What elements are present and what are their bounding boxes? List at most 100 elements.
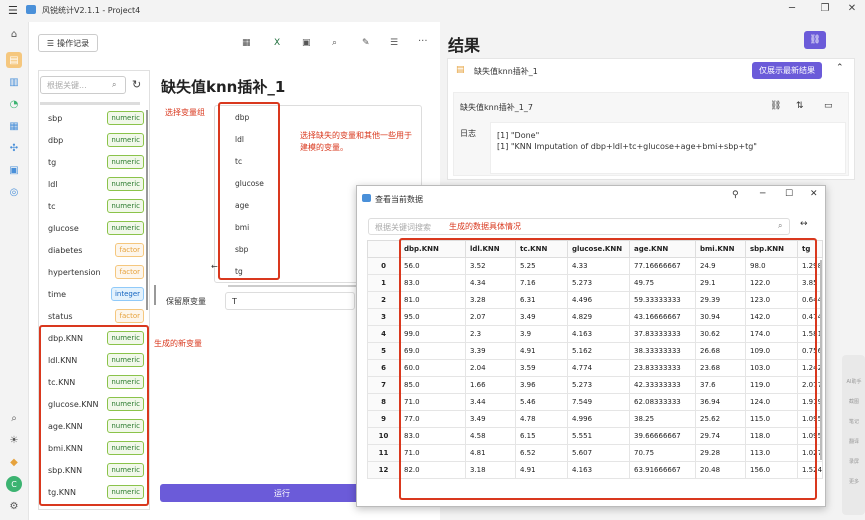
variable-name: tc xyxy=(48,201,56,211)
model-icon[interactable]: ✣ xyxy=(6,140,22,156)
image-icon[interactable]: ▣ xyxy=(6,162,22,178)
dialog-scrollbar[interactable] xyxy=(820,260,822,460)
variable-type-badge: factor xyxy=(115,309,144,323)
floatbar-item[interactable]: 笔记 xyxy=(846,418,862,425)
chart-icon[interactable]: ▥ xyxy=(6,74,22,90)
selected-variable[interactable]: ldl xyxy=(235,135,244,144)
row-index: 10 xyxy=(367,427,400,445)
sidebar-variable-item[interactable]: tg numeric xyxy=(40,152,148,172)
pie-icon[interactable]: ◔ xyxy=(6,96,22,112)
sidebar-variable-item[interactable]: hypertension factor xyxy=(40,262,148,282)
variable-type-badge: numeric xyxy=(107,177,144,191)
log-line: [1] "Done" xyxy=(497,131,540,140)
row-index: 6 xyxy=(367,359,400,377)
data-table-highlight xyxy=(399,238,817,500)
selected-variable[interactable]: tc xyxy=(235,157,242,166)
calculator-icon[interactable]: ▦ xyxy=(242,38,251,48)
variable-type-badge: numeric xyxy=(107,155,144,169)
floatbar-item[interactable]: 截图 xyxy=(846,398,862,405)
dialog-title: 查看当前数据 xyxy=(375,195,423,204)
find-icon[interactable]: ⌕ xyxy=(332,38,337,48)
save-icon[interactable]: ▣ xyxy=(302,38,311,48)
home-icon[interactable]: ⌂ xyxy=(6,26,22,42)
sidebar-variable-item[interactable]: status factor xyxy=(40,306,148,326)
scroll-left-icon[interactable]: ← xyxy=(211,262,218,271)
log-line: [1] "KNN Imputation of dbp+ldl+tc+glucos… xyxy=(497,142,757,151)
sidebar-variable-item[interactable]: tc numeric xyxy=(40,196,148,216)
left-nav: ⌂ ▤ ▥ ◔ ▦ ✣ ▣ ◎ ⌕ ☀ ◆ C ⚙ xyxy=(0,22,28,520)
log-label: 日志 xyxy=(460,129,476,138)
variable-type-badge: numeric xyxy=(107,133,144,147)
variable-name: ldl xyxy=(48,179,58,189)
excel-icon[interactable]: X xyxy=(274,38,280,48)
variable-type-badge: numeric xyxy=(107,221,144,235)
row-index: 7 xyxy=(367,376,400,394)
data-annotation: 生成的数据具体情况 xyxy=(449,222,521,231)
selected-variable[interactable]: glucose xyxy=(235,179,264,188)
maximize-button[interactable]: ❐ xyxy=(815,3,835,14)
selected-variable[interactable]: bmi xyxy=(235,223,249,232)
selected-variable[interactable]: age xyxy=(235,201,249,210)
target-icon[interactable]: ◎ xyxy=(6,184,22,200)
show-latest-button[interactable]: 仅展示最新结果 xyxy=(752,62,822,79)
settings-icon[interactable]: ⚙ xyxy=(6,498,22,514)
sort-icon[interactable]: ⇅ xyxy=(796,101,804,111)
floatbar-item[interactable]: AI助手 xyxy=(846,378,862,385)
data-icon[interactable]: ▤ xyxy=(6,52,22,68)
close-button[interactable]: ✕ xyxy=(842,3,862,14)
pin-icon[interactable]: ⚲ xyxy=(732,190,739,200)
folder-icon[interactable]: ▭ xyxy=(824,101,833,111)
collapse-handle[interactable] xyxy=(154,285,156,305)
expand-icon[interactable]: ↔ xyxy=(800,219,808,229)
search-icon[interactable]: ⌕ xyxy=(6,410,22,426)
variable-type-badge: numeric xyxy=(107,111,144,125)
tool-icon[interactable]: ✎ xyxy=(362,38,370,48)
dialog-close-button[interactable]: ✕ xyxy=(810,189,818,199)
sidebar-variable-item[interactable]: glucose numeric xyxy=(40,218,148,238)
user-avatar[interactable]: C xyxy=(6,476,22,492)
selected-variable[interactable]: dbp xyxy=(235,113,249,122)
menu-icon[interactable]: ☰ xyxy=(8,4,18,17)
variable-name: tg xyxy=(48,157,57,167)
keep-original-select[interactable]: T xyxy=(225,292,355,310)
dialog-logo-icon xyxy=(362,194,371,202)
dialog-minimize-button[interactable]: ─ xyxy=(760,189,765,199)
result-title: 结果 xyxy=(448,36,481,55)
theme-icon[interactable]: ☀ xyxy=(6,432,22,448)
dialog-search-input[interactable]: 根据关键词搜索 xyxy=(368,218,790,235)
row-index: 12 xyxy=(367,461,400,479)
result-file-icon: ▤ xyxy=(456,65,465,75)
sidebar-variable-item[interactable]: sbp numeric xyxy=(40,108,148,128)
operation-log-button[interactable]: ☰ 操作记录 xyxy=(38,34,98,52)
variable-type-badge: numeric xyxy=(107,199,144,213)
selected-variable[interactable]: sbp xyxy=(235,245,248,254)
more-menu-icon[interactable]: ··· xyxy=(418,36,428,47)
result-subtitle: 缺失值knn插补_1_7 xyxy=(460,103,533,112)
new-vars-highlight xyxy=(39,325,149,506)
sidebar-variable-item[interactable]: diabetes factor xyxy=(40,240,148,260)
database-icon[interactable]: ☰ xyxy=(390,38,398,48)
sidebar-variable-item[interactable]: time integer xyxy=(40,284,148,304)
row-index: 4 xyxy=(367,325,400,343)
floatbar-item[interactable]: 更多 xyxy=(846,478,862,485)
minimize-button[interactable]: ─ xyxy=(782,3,802,14)
refresh-icon[interactable]: ↻ xyxy=(132,78,141,91)
sidebar-variable-item[interactable]: ldl numeric xyxy=(40,174,148,194)
floatbar-item[interactable]: 录屏 xyxy=(846,458,862,465)
collapse-icon[interactable]: ⌃ xyxy=(836,63,844,73)
vip-icon[interactable]: ◆ xyxy=(6,454,22,470)
dialog-maximize-button[interactable]: ☐ xyxy=(785,189,793,199)
variable-type-badge: factor xyxy=(115,243,144,257)
link-button[interactable]: ⛓ xyxy=(804,31,826,49)
row-index: 11 xyxy=(367,444,400,462)
select-group-label: 选择变量组 xyxy=(165,108,205,117)
result-card-title: 缺失值knn插补_1 xyxy=(474,67,538,76)
sidebar-variable-item[interactable]: dbp numeric xyxy=(40,130,148,150)
index-header xyxy=(367,240,400,258)
variable-name: hypertension xyxy=(48,267,101,277)
selected-variable[interactable]: tg xyxy=(235,267,243,276)
link-icon[interactable]: ⛓ xyxy=(770,101,781,111)
table-icon[interactable]: ▦ xyxy=(6,118,22,134)
page-title: 缺失值knn插补_1 xyxy=(161,78,286,96)
floatbar-item[interactable]: 翻译 xyxy=(846,438,862,445)
